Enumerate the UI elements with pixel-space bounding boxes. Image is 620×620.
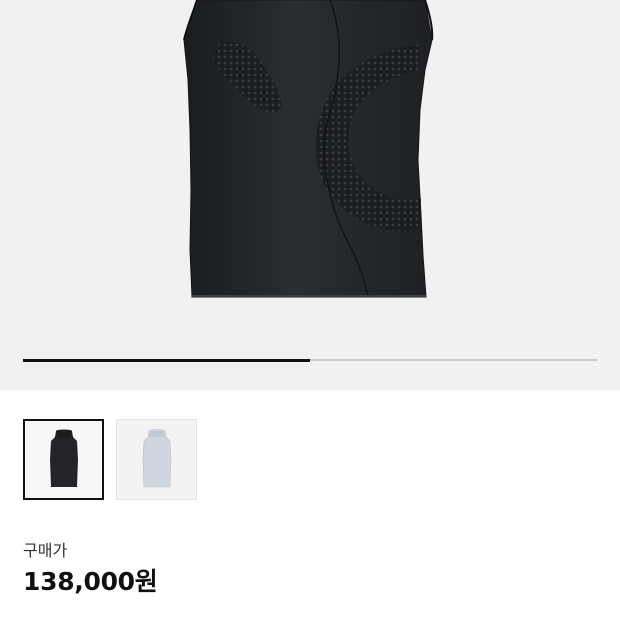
product-image-gallery[interactable] xyxy=(0,0,620,390)
gallery-progress-fill xyxy=(23,358,310,362)
gallery-progress-track[interactable] xyxy=(23,358,597,362)
black-top-thumbnail-image xyxy=(49,429,78,487)
product-main-image xyxy=(183,0,434,298)
light-top-thumbnail-image xyxy=(142,428,171,487)
thumbnail-list xyxy=(23,419,197,500)
price-value: 138,000원 xyxy=(23,567,158,596)
thumbnail-light-top[interactable] xyxy=(116,419,197,500)
price-label: 구매가 xyxy=(23,541,68,560)
thumbnail-black-top[interactable] xyxy=(23,419,104,500)
